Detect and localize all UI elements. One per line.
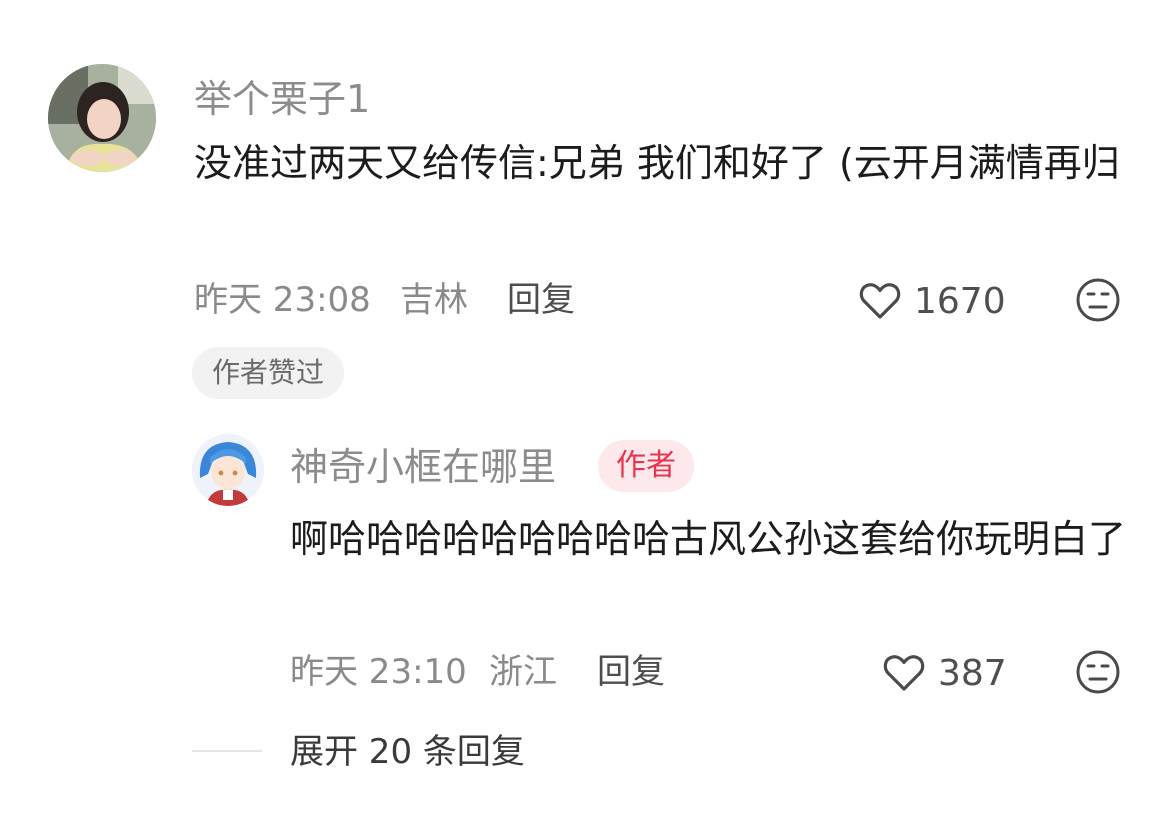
reply-like-button[interactable] — [880, 648, 928, 696]
comment-like-button[interactable] — [856, 276, 904, 324]
replier-username[interactable]: 神奇小框在哪里 — [290, 442, 556, 492]
replier-avatar[interactable] — [192, 434, 264, 506]
comment-dislike-button[interactable] — [1074, 276, 1122, 324]
expand-replies-button[interactable]: 展开 20 条回复 — [290, 730, 525, 774]
expand-divider — [192, 750, 262, 752]
avatar-photo-icon — [48, 64, 156, 172]
heart-icon — [859, 283, 901, 319]
anime-avatar-icon — [192, 434, 264, 506]
reply-text: 啊哈哈哈哈哈哈哈哈哈古风公孙这套给你玩明白了 — [290, 517, 1127, 561]
reply-location: 浙江 — [489, 652, 557, 692]
reply-like-count: 387 — [938, 653, 1007, 694]
author-liked-tag: 作者赞过 — [192, 347, 345, 399]
comment-reply-button[interactable]: 回复 — [507, 278, 575, 322]
comment-text: 没准过两天又给传信:兄弟 我们和好了 (云开月满情再归 — [194, 141, 1120, 185]
commenter-username[interactable]: 举个栗子1 — [194, 74, 370, 124]
meh-face-icon — [1076, 278, 1120, 322]
commenter-avatar[interactable] — [48, 64, 156, 172]
reply-reply-button[interactable]: 回复 — [597, 650, 665, 694]
heart-icon — [883, 655, 925, 691]
comment-timestamp: 昨天 23:08 — [194, 280, 371, 320]
meh-face-icon — [1076, 650, 1120, 694]
reply-dislike-button[interactable] — [1074, 648, 1122, 696]
comment-location: 吉林 — [400, 280, 468, 320]
reply-timestamp: 昨天 23:10 — [290, 652, 467, 692]
author-badge: 作者 — [598, 440, 694, 492]
comment-like-count: 1670 — [914, 281, 1006, 322]
